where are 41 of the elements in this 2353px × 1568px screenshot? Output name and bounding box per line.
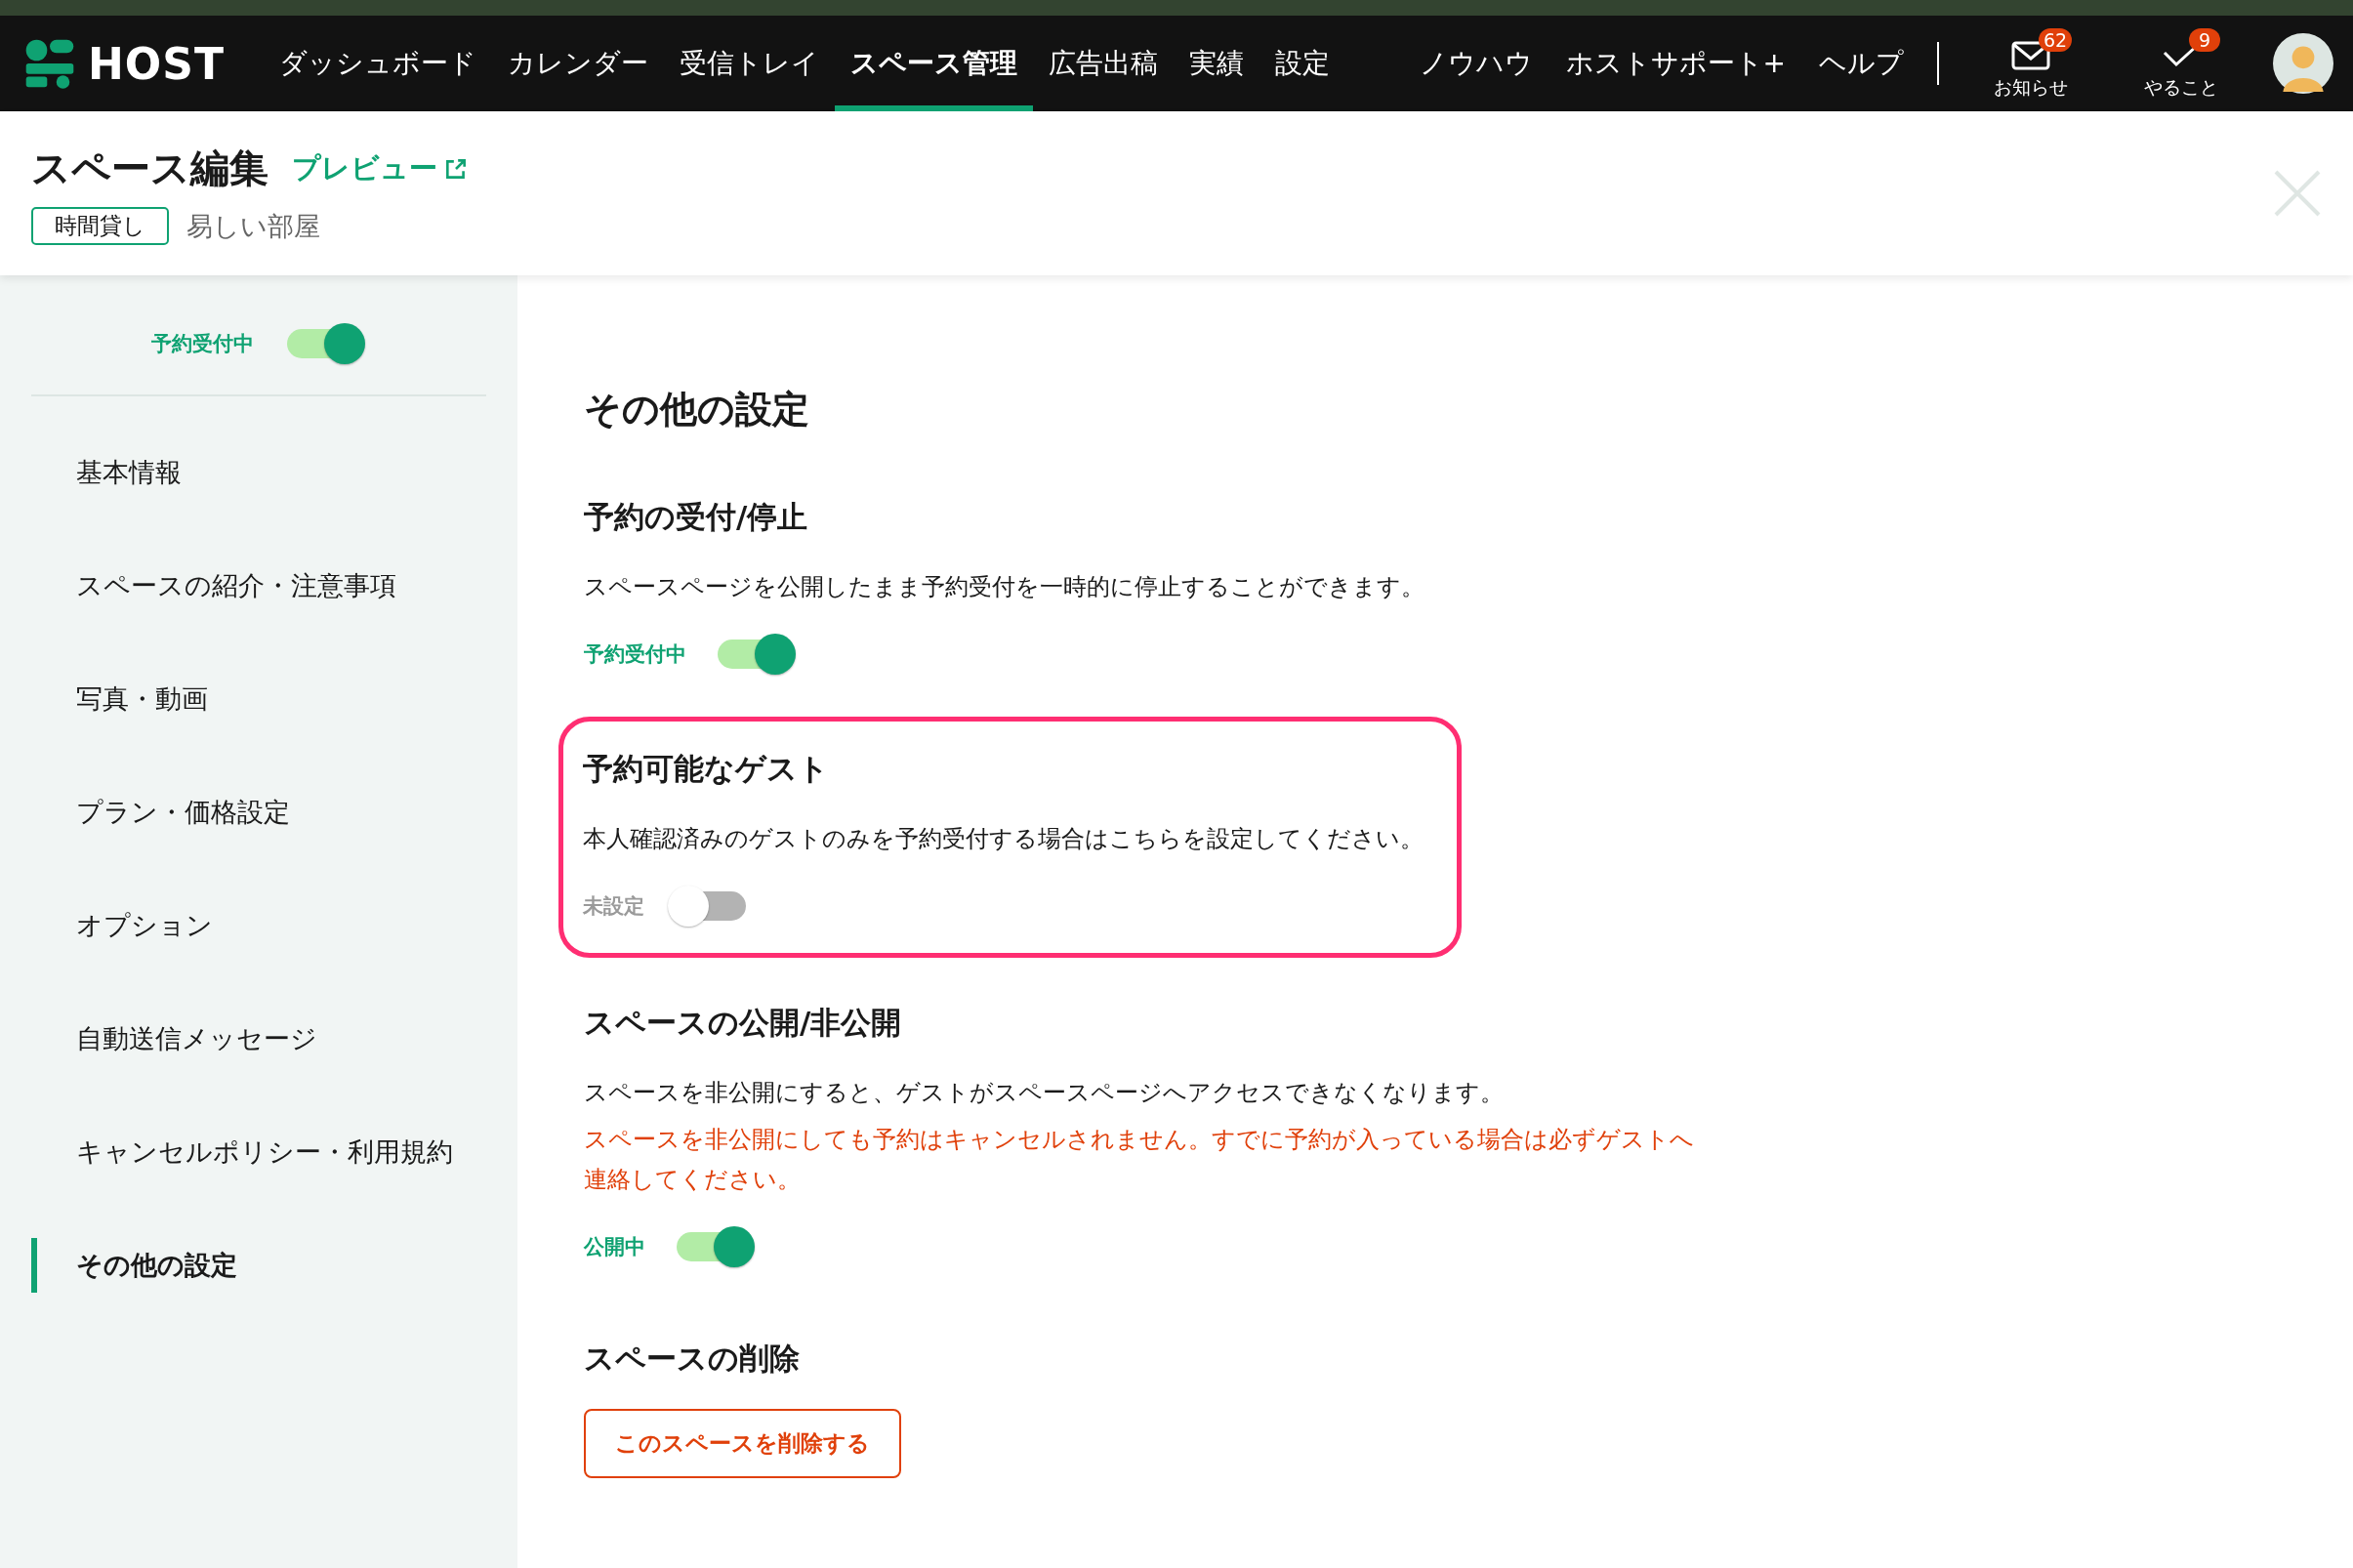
toggle-label: 予約受付中 xyxy=(584,640,686,668)
toggle-label: 未設定 xyxy=(583,892,644,920)
sidebar-item[interactable]: その他の設定 xyxy=(31,1238,517,1293)
count-badge: 9 xyxy=(2189,28,2220,52)
setting-heading: スペースの削除 xyxy=(584,1340,801,1378)
notification-button[interactable]: 62 お知らせ xyxy=(1972,26,2089,101)
nav-link[interactable]: ノウハウ xyxy=(1419,45,1533,82)
sidebar-item[interactable]: 自動送信メッセージ xyxy=(31,1011,517,1066)
toggle-label: 予約受付中 xyxy=(150,331,254,357)
logo-icon[interactable] xyxy=(23,37,76,90)
avatar[interactable] xyxy=(2273,33,2333,94)
setting-description: 本人確認済みのゲストのみを予約受付する場合はこちらを設定してください。 xyxy=(583,823,1424,854)
setting-heading: スペースの公開/非公開 xyxy=(584,1003,903,1042)
nav-tab[interactable]: 広告出稿 xyxy=(1032,16,1174,111)
nav-tab[interactable]: 設定 xyxy=(1259,16,1345,111)
setting-description: スペースを非公開にすると、ゲストがスペースページへアクセスできなくなります。 xyxy=(584,1077,1505,1108)
toggle-label: 公開中 xyxy=(584,1234,645,1260)
delete-button[interactable]: このスペースを削除する xyxy=(584,1409,901,1478)
sidebar-item[interactable]: オプション xyxy=(31,898,517,953)
section-title: その他の設定 xyxy=(584,387,810,433)
logo-wordmark[interactable]: HOST xyxy=(88,38,225,89)
setting-heading: 予約の受付/停止 xyxy=(584,498,809,536)
nav-tab[interactable]: カレンダー xyxy=(491,16,664,111)
warning-text: スペースを非公開にしても予約はキャンセルされません。すでに予約が入っている場合は必ずゲストへ連絡してください。 xyxy=(584,1125,1695,1196)
setting-heading: 予約可能なゲスト xyxy=(583,749,830,788)
nav-tab[interactable]: 実績 xyxy=(1173,16,1259,111)
count-badge: 62 xyxy=(2039,28,2073,52)
sidebar-item[interactable]: キャンセルポリシー・利用規約 xyxy=(31,1125,517,1179)
sidebar-item[interactable]: 基本情報 xyxy=(31,445,517,500)
sidebar-item[interactable]: プラン・価格設定 xyxy=(31,785,517,840)
notification-button[interactable]: 9 やること xyxy=(2123,26,2240,101)
space-name: 易しい部屋 xyxy=(186,209,320,243)
rental-type-tag: 時間貸し xyxy=(31,207,169,245)
nav-link[interactable]: ヘルプ xyxy=(1819,45,1904,82)
sidebar-item[interactable]: 写真・動画 xyxy=(31,672,517,726)
page-title: スペース編集 xyxy=(31,144,268,192)
setting-description: スペースページを公開したまま予約受付を一時的に停止することができます。 xyxy=(584,572,1424,602)
sidebar-item[interactable]: スペースの紹介・注意事項 xyxy=(31,558,517,613)
nav-tab[interactable]: 受信トレイ xyxy=(663,16,835,111)
nav-tab[interactable]: ダッシュボード xyxy=(263,16,492,111)
nav-link[interactable]: ホストサポート+ xyxy=(1565,45,1786,82)
